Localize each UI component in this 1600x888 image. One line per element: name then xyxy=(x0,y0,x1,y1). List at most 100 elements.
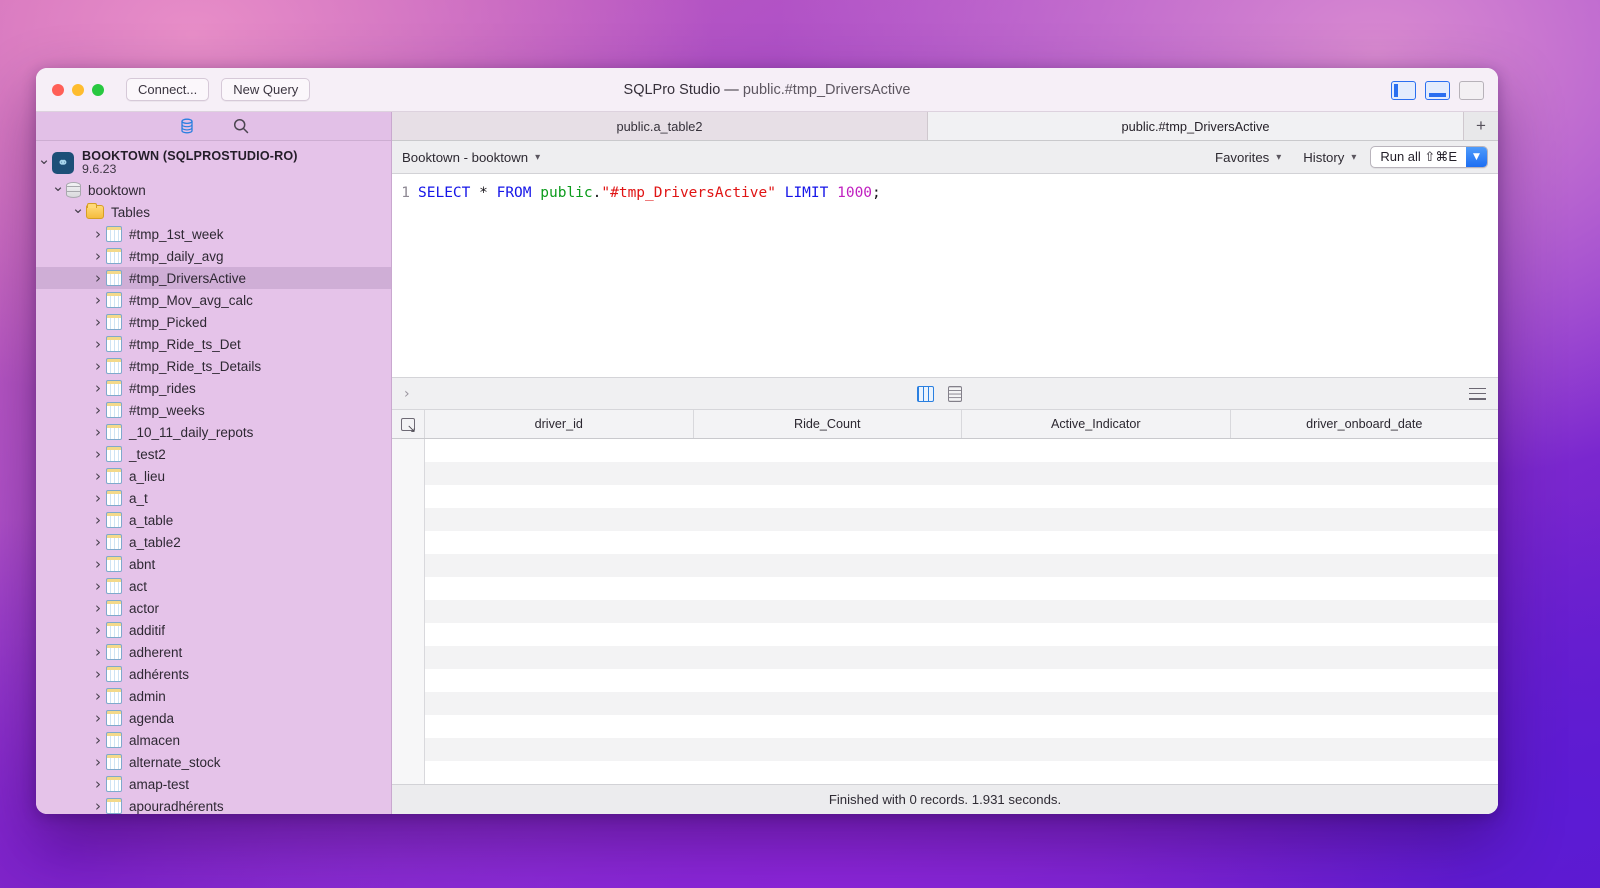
results-column-header[interactable]: Ride_Count xyxy=(694,410,962,438)
query-tab[interactable]: public.#tmp_DriversActive xyxy=(928,112,1464,140)
tree-table-item[interactable]: almacen xyxy=(36,729,391,751)
disclosure-triangle-icon[interactable] xyxy=(90,381,106,396)
query-tab[interactable]: public.a_table2 xyxy=(392,112,928,140)
select-all-corner-cell[interactable] xyxy=(392,410,425,438)
disclosure-triangle-icon[interactable] xyxy=(90,689,106,704)
disclosure-triangle-icon[interactable] xyxy=(90,579,106,594)
maximize-button[interactable] xyxy=(92,83,104,96)
tree-table-item[interactable]: #tmp_weeks xyxy=(36,399,391,421)
tree-table-item[interactable]: amap-test xyxy=(36,773,391,795)
results-empty-row[interactable] xyxy=(425,623,1498,646)
chevron-right-icon[interactable]: › xyxy=(404,386,410,402)
disclosure-triangle-icon[interactable] xyxy=(90,513,106,528)
results-empty-row[interactable] xyxy=(425,646,1498,669)
results-empty-row[interactable] xyxy=(425,738,1498,761)
disclosure-triangle-icon[interactable] xyxy=(90,557,106,572)
disclosure-triangle-icon[interactable] xyxy=(90,733,106,748)
disclosure-triangle-icon[interactable] xyxy=(90,315,106,330)
tree-table-item[interactable]: additif xyxy=(36,619,391,641)
results-empty-row[interactable] xyxy=(425,508,1498,531)
sql-code[interactable]: SELECT * FROM public."#tmp_DriversActive… xyxy=(418,183,881,203)
tree-table-item[interactable]: a_table2 xyxy=(36,531,391,553)
disclosure-triangle-icon[interactable] xyxy=(90,777,106,792)
results-empty-row[interactable] xyxy=(425,439,1498,462)
results-rows[interactable] xyxy=(425,439,1498,784)
hamburger-menu-icon[interactable] xyxy=(1469,387,1487,400)
tree-table-item[interactable]: adherent xyxy=(36,641,391,663)
history-menu[interactable]: History ▾ xyxy=(1303,150,1356,165)
sql-editor[interactable]: 1 SELECT * FROM public."#tmp_DriversActi… xyxy=(392,174,1498,378)
new-query-button[interactable]: New Query xyxy=(221,78,311,101)
disclosure-triangle-icon[interactable] xyxy=(90,359,106,374)
disclosure-triangle-icon[interactable] xyxy=(90,293,106,308)
tree-table-item[interactable]: admin xyxy=(36,685,391,707)
grid-view-icon[interactable] xyxy=(916,385,934,402)
disclosure-triangle-icon[interactable] xyxy=(90,799,106,814)
disclosure-triangle-icon[interactable] xyxy=(90,667,106,682)
disclosure-triangle-icon[interactable] xyxy=(90,755,106,770)
database-icon[interactable] xyxy=(178,117,196,135)
disclosure-triangle-icon[interactable] xyxy=(90,447,106,462)
database-tree[interactable]: ⚭ BOOKTOWN (SQLPROSTUDIO-RO)9.6.23 booktow… xyxy=(36,141,391,814)
tree-table-item[interactable]: apouradhérents xyxy=(36,795,391,814)
results-empty-row[interactable] xyxy=(425,761,1498,784)
connection-selector[interactable]: Booktown - booktown ▾ xyxy=(402,150,540,165)
disclosure-triangle-icon[interactable] xyxy=(90,403,106,418)
bottom-panel-toggle[interactable] xyxy=(1425,80,1450,100)
disclosure-triangle-icon[interactable] xyxy=(90,645,106,660)
right-sidebar-toggle[interactable] xyxy=(1459,80,1484,100)
results-empty-row[interactable] xyxy=(425,692,1498,715)
tree-group-tables[interactable]: Tables xyxy=(36,201,391,223)
results-empty-row[interactable] xyxy=(425,485,1498,508)
disclosure-triangle-icon[interactable] xyxy=(90,711,106,726)
tree-table-item[interactable]: #tmp_daily_avg xyxy=(36,245,391,267)
results-empty-row[interactable] xyxy=(425,531,1498,554)
tree-table-item[interactable]: adhérents xyxy=(36,663,391,685)
disclosure-triangle-icon[interactable] xyxy=(70,205,86,220)
disclosure-triangle-icon[interactable] xyxy=(90,469,106,484)
connect-button[interactable]: Connect... xyxy=(126,78,210,101)
results-column-header[interactable]: driver_id xyxy=(425,410,694,438)
tree-table-item[interactable]: a_table xyxy=(36,509,391,531)
left-sidebar-toggle[interactable] xyxy=(1391,80,1416,100)
tree-table-item[interactable]: #tmp_Mov_avg_calc xyxy=(36,289,391,311)
disclosure-triangle-icon[interactable] xyxy=(90,425,106,440)
tree-connection-BOOKTOWN (SQLPROSTUDIO-RO)[interactable]: ⚭ BOOKTOWN (SQLPROSTUDIO-RO)9.6.23 xyxy=(36,147,391,179)
results-empty-row[interactable] xyxy=(425,600,1498,623)
tree-table-item[interactable]: actor xyxy=(36,597,391,619)
close-button[interactable] xyxy=(52,83,64,96)
disclosure-triangle-icon[interactable] xyxy=(90,623,106,638)
minimize-button[interactable] xyxy=(72,83,84,96)
disclosure-triangle-icon[interactable] xyxy=(36,156,52,171)
disclosure-triangle-icon[interactable] xyxy=(90,249,106,264)
results-empty-row[interactable] xyxy=(425,715,1498,738)
results-column-header[interactable]: driver_onboard_date xyxy=(1231,410,1499,438)
tree-table-item[interactable]: #tmp_1st_week xyxy=(36,223,391,245)
message-view-icon[interactable] xyxy=(947,385,962,402)
tree-table-item[interactable]: #tmp_Picked xyxy=(36,311,391,333)
search-icon[interactable] xyxy=(232,117,250,135)
results-column-header[interactable]: Active_Indicator xyxy=(962,410,1231,438)
results-empty-row[interactable] xyxy=(425,554,1498,577)
tree-table-item[interactable]: _10_11_daily_repots xyxy=(36,421,391,443)
results-empty-row[interactable] xyxy=(425,577,1498,600)
disclosure-triangle-icon[interactable] xyxy=(90,271,106,286)
tree-table-item[interactable]: act xyxy=(36,575,391,597)
disclosure-triangle-icon[interactable] xyxy=(50,183,66,198)
disclosure-triangle-icon[interactable] xyxy=(90,227,106,242)
disclosure-triangle-icon[interactable] xyxy=(90,337,106,352)
tree-table-item[interactable]: agenda xyxy=(36,707,391,729)
tree-table-item[interactable]: a_lieu xyxy=(36,465,391,487)
run-options-dropdown-button[interactable]: ▼ xyxy=(1466,147,1487,167)
tree-table-item[interactable]: #tmp_Ride_ts_Det xyxy=(36,333,391,355)
results-empty-row[interactable] xyxy=(425,462,1498,485)
tree-table-item[interactable]: a_t xyxy=(36,487,391,509)
disclosure-triangle-icon[interactable] xyxy=(90,491,106,506)
results-empty-row[interactable] xyxy=(425,669,1498,692)
disclosure-triangle-icon[interactable] xyxy=(90,601,106,616)
tree-table-item[interactable]: abnt xyxy=(36,553,391,575)
tree-table-item[interactable]: _test2 xyxy=(36,443,391,465)
tree-table-item[interactable]: #tmp_DriversActive xyxy=(36,267,391,289)
tree-table-item[interactable]: #tmp_Ride_ts_Details xyxy=(36,355,391,377)
new-tab-button[interactable]: + xyxy=(1464,112,1498,140)
